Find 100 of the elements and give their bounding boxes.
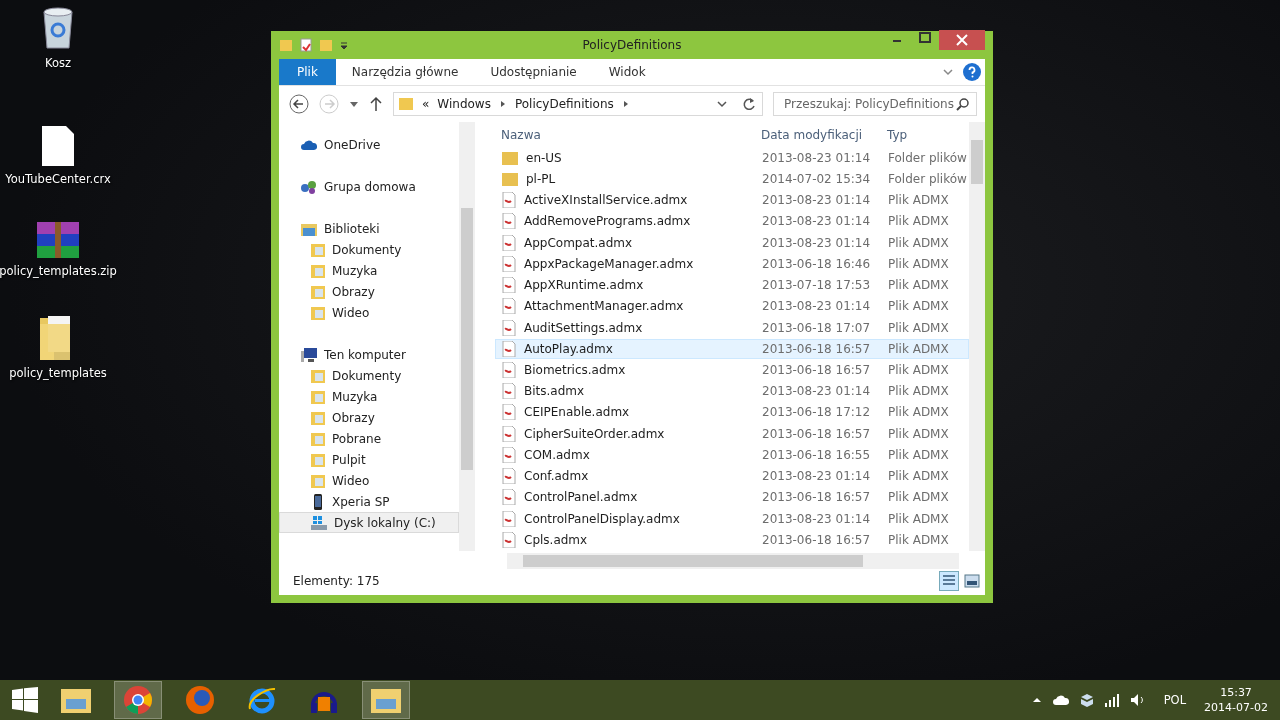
nav-item[interactable]: Dokumenty xyxy=(279,239,459,260)
nav-item[interactable]: Muzyka xyxy=(279,260,459,281)
windows-logo-icon[interactable] xyxy=(12,687,38,713)
document-icon xyxy=(502,531,516,548)
document-icon xyxy=(502,234,516,251)
document-icon xyxy=(502,298,516,315)
column-header[interactable]: Typ xyxy=(881,127,967,142)
document-icon xyxy=(502,255,516,272)
file-row[interactable]: AppxPackageManager.admx 2013-06-18 16:46 Plik ADMX xyxy=(495,253,969,274)
browser-icon xyxy=(123,685,153,715)
item-count: Elementy: 175 xyxy=(293,574,380,588)
nav-item[interactable]: Wideo xyxy=(279,470,459,491)
chevron-down-icon[interactable] xyxy=(716,98,728,110)
nav-item[interactable]: Pobrane xyxy=(279,428,459,449)
folder-icon xyxy=(398,96,414,112)
nav-item[interactable]: OneDrive xyxy=(279,134,459,155)
file-row[interactable]: AuditSettings.admx 2013-06-18 17:07 Plik ADMX xyxy=(495,317,969,338)
people-icon xyxy=(300,178,318,195)
taskbar-button[interactable] xyxy=(362,681,410,719)
document-icon xyxy=(502,319,516,336)
folder-icon xyxy=(310,241,326,258)
file-row[interactable]: pl-PL 2014-07-02 15:34 Folder plików xyxy=(495,168,969,189)
cloud-icon[interactable] xyxy=(1051,693,1070,707)
column-header[interactable]: Data modyfikacji xyxy=(755,127,881,142)
blank-file-icon xyxy=(42,126,74,166)
thumbnail-view-icon[interactable] xyxy=(963,572,981,590)
box-icon[interactable] xyxy=(1079,693,1094,707)
file-row[interactable]: AddRemovePrograms.admx 2013-08-23 01:14 Plik ADMX xyxy=(495,211,969,232)
search-field[interactable]: Przeszukaj: PolicyDefinitions xyxy=(773,92,977,116)
overflow-chevron[interactable]: « xyxy=(422,97,430,111)
nav-item[interactable]: Obrazy xyxy=(279,281,459,302)
ribbon-tab[interactable]: Udostępnianie xyxy=(474,59,593,85)
folder-icon xyxy=(310,283,326,300)
file-row[interactable]: Bits.admx 2013-08-23 01:14 Plik ADMX xyxy=(495,381,969,402)
up-arrow-icon[interactable] xyxy=(369,96,383,112)
window-title: PolicyDefinitions xyxy=(581,38,683,52)
folder-icon xyxy=(310,304,326,321)
file-row[interactable]: AttachmentManager.admx 2013-08-23 01:14 Plik ADMX xyxy=(495,296,969,317)
file-row[interactable]: ControlPanelDisplay.admx 2013-08-23 01:14 Plik ADMX xyxy=(495,508,969,529)
document-icon xyxy=(502,510,516,527)
ribbon-tab[interactable]: Narzędzia główne xyxy=(335,59,475,85)
file-row[interactable]: AppCompat.admx 2013-08-23 01:14 Plik ADMX xyxy=(495,232,969,253)
nav-item[interactable]: Pulpit xyxy=(279,449,459,470)
file-row[interactable]: ControlPanel.admx 2013-06-18 16:57 Plik ADMX xyxy=(495,487,969,508)
nav-item[interactable]: Ten komputer xyxy=(279,344,459,365)
file-row[interactable]: Biometrics.admx 2013-06-18 16:57 Plik ADMX xyxy=(495,359,969,381)
close-icon[interactable] xyxy=(939,30,985,50)
file-row[interactable]: COM.admx 2013-06-18 16:55 Plik ADMX xyxy=(495,444,969,466)
desktop-icon[interactable]: Kosz xyxy=(40,6,76,70)
desktop-icon[interactable]: policy_templates xyxy=(9,314,107,380)
file-row[interactable]: Conf.admx 2013-08-23 01:14 Plik ADMX xyxy=(495,466,969,487)
column-header[interactable]: Nazwa xyxy=(495,127,755,142)
speaker-icon[interactable] xyxy=(1129,693,1146,707)
nav-item[interactable]: Muzyka xyxy=(279,386,459,407)
document-icon xyxy=(502,446,516,463)
folder-icon xyxy=(310,367,326,384)
breadcrumb[interactable]: PolicyDefinitions xyxy=(514,97,614,111)
nav-item[interactable]: Dokumenty xyxy=(279,365,459,386)
properties-icon[interactable] xyxy=(299,38,313,52)
file-row[interactable]: AutoPlay.admx 2013-06-18 16:57 Plik ADMX xyxy=(495,338,969,359)
signal-icon[interactable] xyxy=(1103,693,1120,707)
caret-icon[interactable] xyxy=(498,100,507,108)
file-row[interactable]: en-US 2013-08-23 01:14 Folder plików xyxy=(495,147,969,168)
breadcrumb[interactable]: Windows xyxy=(437,97,491,111)
caret-up-icon[interactable] xyxy=(1031,695,1042,705)
ribbon-tab[interactable]: Plik xyxy=(279,59,336,85)
desktop-icon[interactable]: YouTubeCenter.crx xyxy=(5,126,111,186)
nav-item[interactable]: Wideo xyxy=(279,302,459,323)
file-row[interactable]: CipherSuiteOrder.admx 2013-06-18 16:57 Plik ADMX xyxy=(495,423,969,444)
document-icon xyxy=(502,340,516,357)
dropdown-icon[interactable] xyxy=(339,40,349,50)
folder-icon xyxy=(502,150,518,165)
details-view-icon[interactable] xyxy=(939,571,959,591)
nav-item[interactable]: Biblioteki xyxy=(279,218,459,239)
clock[interactable]: 15:37 2014-07-02 xyxy=(1204,685,1268,715)
nav-item[interactable]: Dysk lokalny (C:) xyxy=(279,512,459,533)
address-bar[interactable]: « Windows PolicyDefinitions xyxy=(393,92,763,116)
dropdown-icon[interactable] xyxy=(349,99,359,109)
help-icon[interactable] xyxy=(963,63,981,81)
file-row[interactable]: Cpls.admx 2013-06-18 16:57 Plik ADMX xyxy=(495,529,969,550)
language-indicator[interactable]: POL xyxy=(1163,693,1187,707)
fox-globe-icon xyxy=(185,685,215,715)
document-icon xyxy=(502,362,516,378)
back-icon[interactable] xyxy=(289,94,309,114)
archive-books-icon xyxy=(37,222,79,258)
taskbar-button[interactable] xyxy=(114,681,162,719)
ribbon-tab[interactable]: Widok xyxy=(592,59,662,85)
file-row[interactable]: CEIPEnable.admx 2013-06-18 17:12 Plik ADMX xyxy=(495,402,969,423)
file-row[interactable]: ActiveXInstallService.admx 2013-08-23 01:14 Plik ADMX xyxy=(495,190,969,211)
caret-icon[interactable] xyxy=(621,100,630,108)
nav-item[interactable]: Grupa domowa xyxy=(279,176,459,197)
nav-item[interactable]: Xperia SP xyxy=(279,491,459,512)
desktop-icon[interactable]: policy_templates.zip xyxy=(0,222,117,278)
folder-icon xyxy=(60,686,92,714)
document-icon xyxy=(502,404,516,421)
file-row[interactable]: AppXRuntime.admx 2013-07-18 17:53 Plik ADMX xyxy=(495,274,969,296)
folder-icon xyxy=(502,171,518,186)
folder-icon xyxy=(370,686,402,714)
nav-item[interactable]: Obrazy xyxy=(279,407,459,428)
drive-icon xyxy=(310,514,328,531)
